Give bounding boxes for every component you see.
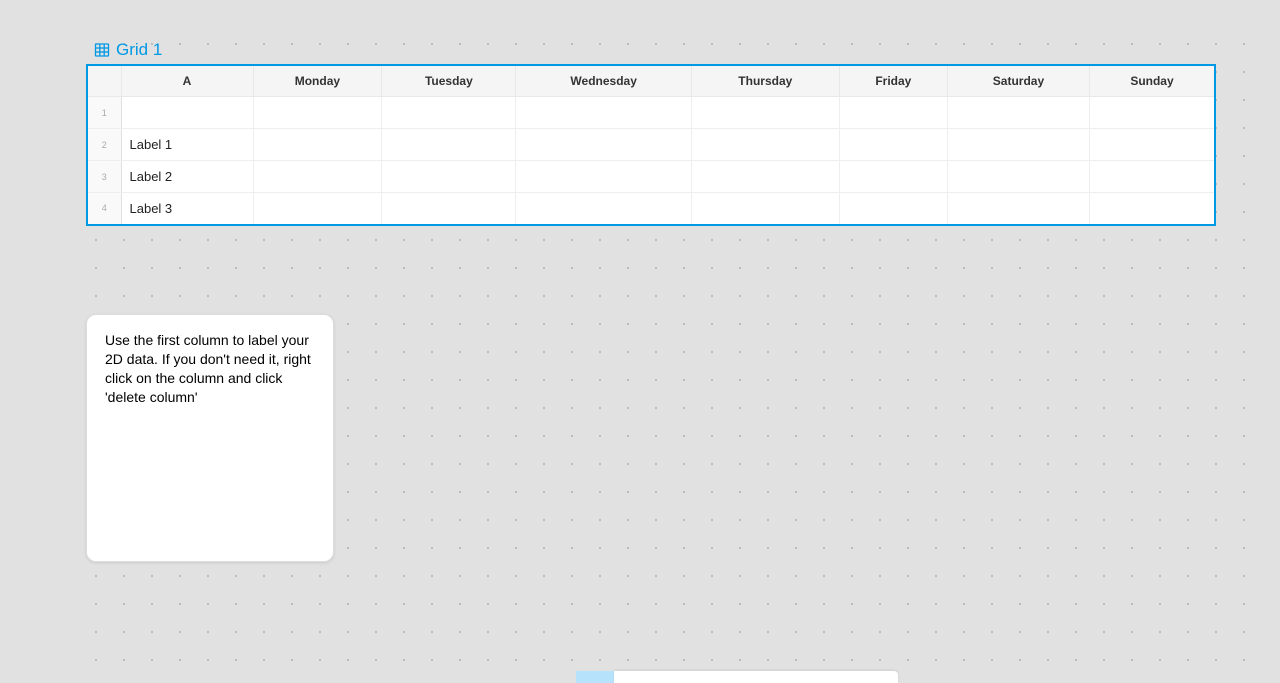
grid-cell[interactable] (839, 161, 947, 193)
table-row: 1 (87, 97, 1215, 129)
grid-cell[interactable]: Label 3 (121, 193, 253, 225)
row-number[interactable]: 1 (87, 97, 121, 129)
bottom-panel-peek[interactable] (576, 671, 898, 683)
data-grid[interactable]: A Monday Tuesday Wednesday Thursday Frid… (86, 64, 1216, 226)
grid-cell[interactable] (947, 97, 1089, 129)
grid-cell[interactable] (691, 129, 839, 161)
grid-cell[interactable] (516, 161, 691, 193)
grid-cell[interactable] (516, 129, 691, 161)
column-header[interactable]: Friday (839, 65, 947, 97)
grid-cell[interactable] (382, 97, 516, 129)
grid-cell[interactable] (691, 193, 839, 225)
grid-cell[interactable] (839, 193, 947, 225)
grid-cell[interactable] (1089, 129, 1215, 161)
column-header-row: A Monday Tuesday Wednesday Thursday Frid… (87, 65, 1215, 97)
table-row: 4 Label 3 (87, 193, 1215, 225)
table-row: 3 Label 2 (87, 161, 1215, 193)
grid-cell[interactable] (253, 129, 382, 161)
grid-cell[interactable] (516, 193, 691, 225)
grid-cell[interactable] (382, 161, 516, 193)
help-note-text: Use the first column to label your 2D da… (105, 331, 315, 407)
grid-cell[interactable] (253, 193, 382, 225)
grid-cell[interactable] (516, 97, 691, 129)
column-header[interactable]: Sunday (1089, 65, 1215, 97)
column-header[interactable]: Monday (253, 65, 382, 97)
grid-cell[interactable] (839, 97, 947, 129)
column-header[interactable]: Thursday (691, 65, 839, 97)
column-header[interactable]: A (121, 65, 253, 97)
grid-component[interactable]: Grid 1 A Monday Tuesday Wednesday Thursd… (86, 36, 1216, 226)
row-number[interactable]: 2 (87, 129, 121, 161)
grid-cell[interactable] (1089, 161, 1215, 193)
grid-cell[interactable]: Label 1 (121, 129, 253, 161)
grid-cell[interactable]: Label 2 (121, 161, 253, 193)
grid-cell[interactable] (121, 97, 253, 129)
rownum-header[interactable] (87, 65, 121, 97)
grid-cell[interactable] (253, 97, 382, 129)
grid-cell[interactable] (691, 97, 839, 129)
grid-cell[interactable] (839, 129, 947, 161)
column-header[interactable]: Tuesday (382, 65, 516, 97)
grid-title[interactable]: Grid 1 (116, 40, 162, 60)
grid-cell[interactable] (382, 129, 516, 161)
bottom-panel-tab[interactable] (576, 671, 614, 683)
column-header[interactable]: Saturday (947, 65, 1089, 97)
grid-cell[interactable] (253, 161, 382, 193)
grid-title-bar[interactable]: Grid 1 (86, 36, 1216, 64)
grid-icon (94, 42, 110, 58)
help-note-card[interactable]: Use the first column to label your 2D da… (86, 314, 334, 562)
grid-cell[interactable] (1089, 193, 1215, 225)
row-number[interactable]: 3 (87, 161, 121, 193)
table-row: 2 Label 1 (87, 129, 1215, 161)
grid-cell[interactable] (382, 193, 516, 225)
bottom-panel-body[interactable] (614, 671, 898, 683)
grid-cell[interactable] (691, 161, 839, 193)
grid-cell[interactable] (947, 161, 1089, 193)
grid-cell[interactable] (947, 129, 1089, 161)
row-number[interactable]: 4 (87, 193, 121, 225)
column-header[interactable]: Wednesday (516, 65, 691, 97)
grid-cell[interactable] (1089, 97, 1215, 129)
grid-cell[interactable] (947, 193, 1089, 225)
